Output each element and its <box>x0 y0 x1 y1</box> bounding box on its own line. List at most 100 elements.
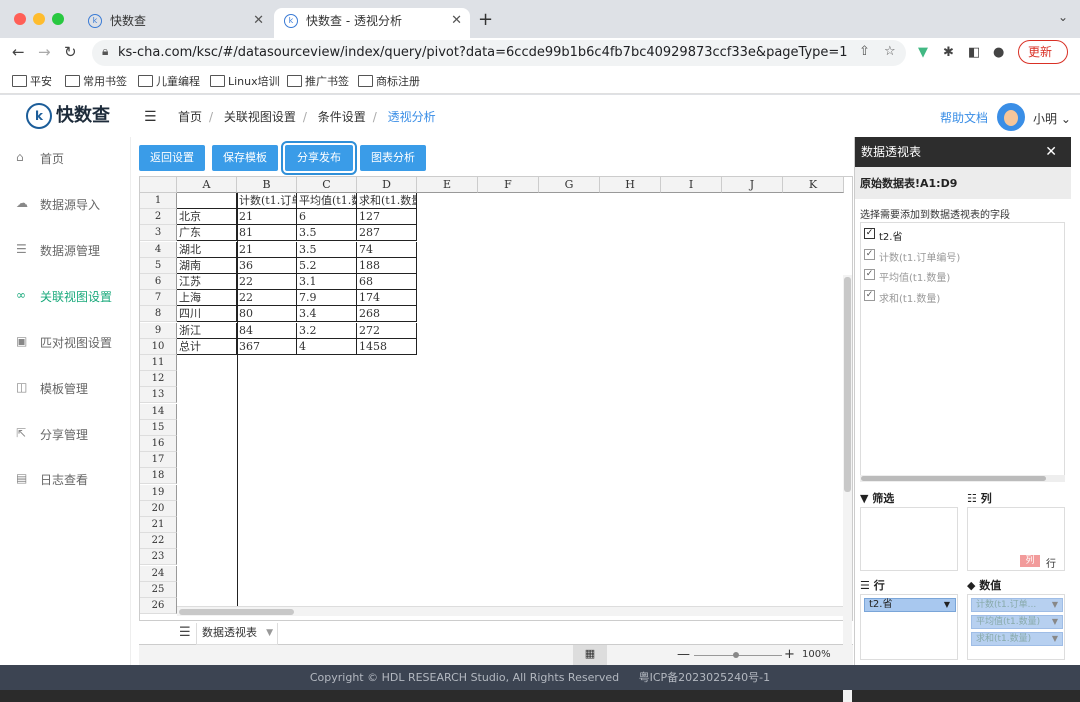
pivot-field-list[interactable]: ✓ t2.省 ✓ 计数(t1.订单编号) ✓ 平均值(t1.数量) ✓ 求和(t1.数量) <box>860 222 1065 482</box>
chevron-down-icon[interactable]: ▼ <box>266 623 273 643</box>
pivot-value-cell[interactable]: 21 <box>237 241 297 258</box>
row-header[interactable]: 18 <box>140 468 177 485</box>
sidebar-item[interactable]: ☰ 数据源管理 <box>16 242 100 259</box>
profile-icon[interactable]: ● <box>993 45 1004 60</box>
filter-drop-area[interactable] <box>860 507 958 571</box>
help-docs-link[interactable]: 帮助文档 <box>940 109 988 126</box>
column-header[interactable]: G <box>539 177 600 193</box>
row-header[interactable]: 21 <box>140 517 177 533</box>
sidebar-item[interactable]: ☁ 数据源导入 <box>16 196 100 213</box>
pivot-value-cell[interactable]: 268 <box>357 306 417 323</box>
breadcrumb-item[interactable]: 条件设置 <box>318 110 366 124</box>
pivot-value-cell[interactable]: 3.2 <box>297 322 357 339</box>
column-header[interactable]: C <box>297 177 357 193</box>
update-button[interactable]: 更新 ⋮ <box>1018 40 1068 81</box>
row-header[interactable]: 24 <box>140 565 177 582</box>
sheet-tab[interactable]: 数据透视表 ▼ <box>196 623 278 645</box>
column-header[interactable]: B <box>237 177 297 193</box>
row-header[interactable]: 19 <box>140 484 177 501</box>
pivot-value-cell[interactable]: 7.9 <box>297 290 357 307</box>
row-header[interactable]: 3 <box>140 225 177 242</box>
row-header[interactable]: 9 <box>140 322 177 339</box>
row-header[interactable]: 10 <box>140 338 177 355</box>
zoom-out-icon[interactable]: — <box>677 647 690 662</box>
sidebar-item[interactable]: ◫ 模板管理 <box>16 380 88 397</box>
column-header[interactable]: F <box>478 177 539 193</box>
pivot-value-cell[interactable]: 36 <box>237 257 297 274</box>
pivot-header-cell[interactable]: 求和(t1.数量 <box>357 193 417 209</box>
app-logo[interactable]: k 快数查 <box>26 101 110 129</box>
vue-devtools-icon[interactable]: ▼ <box>918 45 928 60</box>
bookmark-folder[interactable]: 儿童编程 <box>138 73 200 89</box>
row-header[interactable]: 15 <box>140 419 177 436</box>
sheet-list-icon[interactable]: ☰ <box>179 625 191 640</box>
row-header[interactable]: 13 <box>140 387 177 404</box>
row-header[interactable]: 11 <box>140 355 177 371</box>
pivot-row-label-cell[interactable]: 广东 <box>177 225 237 242</box>
bookmark-folder[interactable]: 平安 <box>12 73 52 89</box>
extensions-icon[interactable]: ✱ <box>943 45 954 60</box>
row-header[interactable]: 12 <box>140 371 177 388</box>
share-publish-button[interactable]: 分享发布 <box>281 141 357 175</box>
pivot-value-cell[interactable]: 4 <box>297 338 357 355</box>
chevron-down-icon[interactable]: ▼ <box>1052 633 1058 645</box>
horizontal-scrollbar[interactable] <box>177 606 852 616</box>
row-field-chip[interactable]: t2.省 ▼ <box>864 598 956 612</box>
pivot-value-cell[interactable]: 287 <box>357 225 417 242</box>
checkbox[interactable]: ✓ <box>864 248 875 260</box>
pivot-value-cell[interactable]: 22 <box>237 290 297 307</box>
bookmark-folder[interactable]: Linux培训 <box>210 73 280 89</box>
menu-toggle-icon[interactable]: ☰ <box>144 109 157 125</box>
back-icon[interactable]: ← <box>12 43 25 61</box>
pivot-value-cell[interactable]: 3.4 <box>297 306 357 323</box>
row-header[interactable]: 1 <box>140 193 177 209</box>
browser-tab-2[interactable]: k 快数查 - 透视分析 ✕ <box>274 8 470 38</box>
zoom-slider-knob[interactable] <box>733 652 739 658</box>
close-tab-icon[interactable]: ✕ <box>253 8 264 34</box>
maximize-window-button[interactable] <box>52 13 64 25</box>
value-field-chip[interactable]: 计数(t1.订单... ▼ <box>971 598 1063 612</box>
zoom-in-icon[interactable]: + <box>784 647 795 662</box>
pivot-row-label-cell[interactable]: 湖南 <box>177 257 237 274</box>
pivot-value-cell[interactable]: 80 <box>237 306 297 323</box>
pivot-field-item[interactable]: ✓ 平均值(t1.数量) <box>864 269 950 284</box>
vertical-scrollbar[interactable] <box>843 275 852 702</box>
browser-tab-1[interactable]: k 快数查 ✕ <box>78 8 272 38</box>
field-list-scrollbar[interactable] <box>860 475 1065 482</box>
row-header[interactable]: 14 <box>140 403 177 420</box>
bookmark-folder[interactable]: 常用书签 <box>65 73 127 89</box>
column-header[interactable]: H <box>600 177 661 193</box>
sidebar-item[interactable]: ⌂ 首页 <box>16 150 64 167</box>
scroll-thumb[interactable] <box>844 277 851 492</box>
close-tab-icon[interactable]: ✕ <box>451 8 462 34</box>
column-header[interactable]: A <box>177 177 237 193</box>
pivot-header-cell[interactable]: 计数(t1.订单 <box>237 193 297 209</box>
pivot-value-cell[interactable]: 174 <box>357 290 417 307</box>
pivot-value-cell[interactable]: 272 <box>357 322 417 339</box>
spreadsheet[interactable]: A B C D E F G H I J K 1 2 3 4 5 6 7 8 9 10 11 12 13 14 15 16 17 18 19… <box>139 176 853 621</box>
new-tab-icon[interactable]: + <box>478 9 493 30</box>
sidebar-item[interactable]: ▣ 匹对视图设置 <box>16 334 112 351</box>
address-bar[interactable]: 🔒︎ ks-cha.com/ksc/#/datasourceview/index… <box>92 40 906 66</box>
pivot-header-cell[interactable] <box>177 193 237 209</box>
pivot-header-cell[interactable]: 平均值(t1.数 <box>297 193 357 209</box>
column-header[interactable]: E <box>417 177 478 193</box>
bookmark-folder[interactable]: 商标注册 <box>358 73 420 89</box>
checkbox[interactable]: ✓ <box>864 228 875 239</box>
pivot-value-cell[interactable]: 367 <box>237 338 297 355</box>
pivot-value-cell[interactable]: 188 <box>357 257 417 274</box>
row-header[interactable]: 7 <box>140 290 177 307</box>
bookmark-folder[interactable]: 推广书签 <box>287 73 349 89</box>
value-field-chip[interactable]: 平均值(t1.数量) ▼ <box>971 615 1063 629</box>
scroll-thumb[interactable] <box>861 476 1046 481</box>
pivot-value-cell[interactable]: 81 <box>237 225 297 242</box>
close-icon[interactable]: ✕ <box>1045 137 1057 167</box>
pivot-value-cell[interactable]: 6 <box>297 209 357 226</box>
chevron-down-icon[interactable]: ▼ <box>1052 616 1058 628</box>
values-column-toggle[interactable]: 列 <box>1020 555 1040 567</box>
pivot-row-label-cell[interactable]: 总计 <box>177 338 237 355</box>
row-header[interactable]: 17 <box>140 452 177 469</box>
row-header[interactable]: 26 <box>140 598 177 614</box>
row-header[interactable]: 6 <box>140 274 177 290</box>
sidebar-item[interactable]: ▤ 日志查看 <box>16 471 88 488</box>
